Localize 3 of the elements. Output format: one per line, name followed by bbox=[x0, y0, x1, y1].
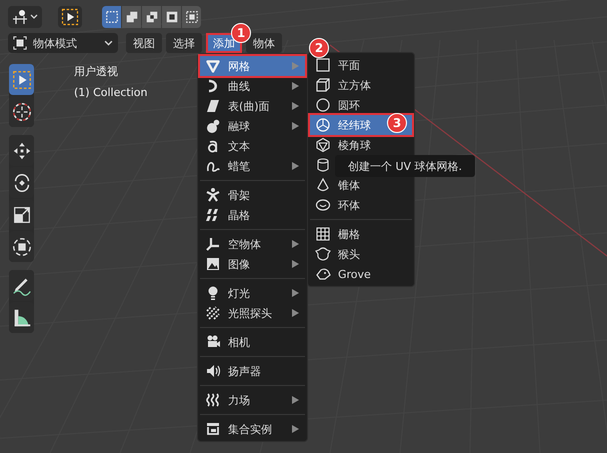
tooltip: 创建一个 UV 球体网格. bbox=[335, 155, 475, 177]
collection-name: (1) Collection bbox=[74, 86, 148, 99]
view-name: 用户透视 bbox=[74, 64, 119, 79]
